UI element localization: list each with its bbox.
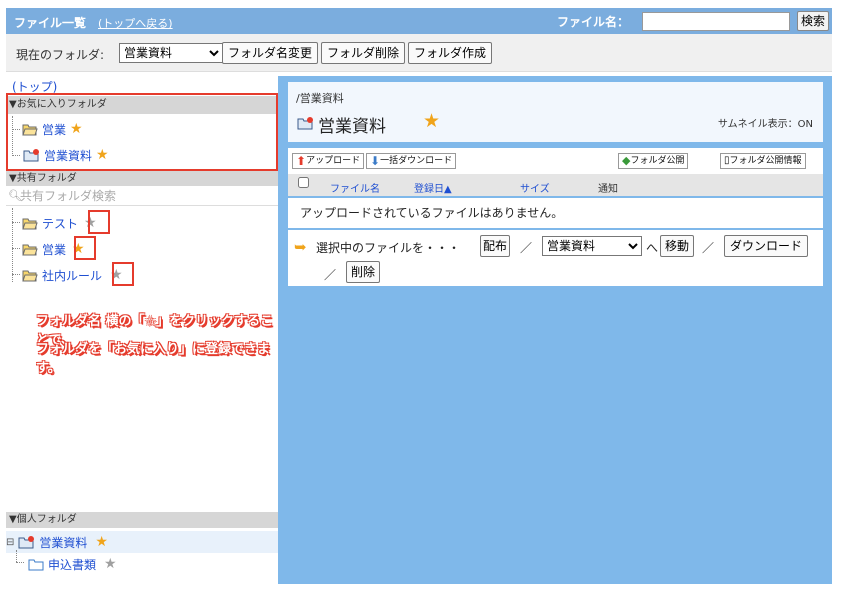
separator: ／: [702, 241, 715, 255]
shared-folder-item[interactable]: テスト ★: [22, 213, 97, 233]
folder-open-icon: [22, 244, 38, 256]
separator: ／: [520, 241, 533, 255]
delete-files-button[interactable]: 削除: [346, 261, 380, 283]
select-all-checkbox[interactable]: [298, 177, 309, 191]
file-list-panel: /営業資料 営業資料 ★ サムネイル表示：ON ⬆ アップロード ⬇ 一括ダウン…: [278, 76, 832, 584]
column-size[interactable]: サイズ: [520, 180, 550, 195]
shared-folder-label: 社内ルール: [42, 268, 103, 283]
folder-path: /営業資料: [296, 92, 344, 105]
separator: ／: [324, 268, 337, 282]
favorites-highlight-box: [6, 93, 278, 171]
publish-folder-button[interactable]: ◆ フォルダ公開: [618, 153, 689, 169]
bulk-download-label: 一括ダウンロード: [380, 156, 453, 166]
current-folder-select[interactable]: 営業資料: [119, 43, 223, 63]
publish-info-button[interactable]: ▯ フォルダ公開情報: [720, 153, 806, 169]
current-folder-bar: 現在のフォルダ: 営業資料 フォルダ名変更 フォルダ削除 フォルダ作成: [6, 34, 832, 72]
down-arrow-icon: ⬇: [370, 154, 381, 168]
star-outline-icon[interactable]: ★: [104, 556, 117, 572]
shared-search-placeholder: 共有フォルダ検索: [20, 189, 117, 203]
shared-folder-search-input[interactable]: 🔍︎ 共有フォルダ検索: [6, 186, 278, 206]
create-folder-button[interactable]: フォルダ作成: [408, 42, 492, 64]
star-highlight-box: [88, 210, 110, 234]
upload-button[interactable]: ⬆ アップロード: [292, 153, 365, 169]
personal-folder-item[interactable]: 申込書類 ★: [28, 554, 117, 574]
star-highlight-box: [74, 236, 96, 260]
selected-files-label: 選択中のファイルを・・・: [316, 241, 461, 255]
star-highlight-box: [112, 262, 134, 286]
publish-icon: ◆: [622, 154, 631, 167]
personal-folder-label: 営業資料: [39, 535, 88, 550]
current-folder-name: 営業資料: [318, 117, 386, 137]
current-folder-label: 現在のフォルダ:: [16, 48, 105, 62]
shared-folder-item[interactable]: 社内ルール ★: [22, 265, 123, 285]
header-bar: ファイル一覧 (トップへ戻る) ファイル名： 検索: [6, 8, 832, 34]
annotation-line-2: フォルダを「お気に入り」に登録できます。: [36, 342, 271, 376]
personal-folder-item[interactable]: ⊟ 営業資料 ★: [6, 532, 108, 552]
shared-section-head[interactable]: ▼共有フォルダ: [6, 171, 278, 186]
search-button[interactable]: 検索: [797, 11, 829, 31]
page-title: ファイル一覧: [14, 16, 87, 30]
tree-connector: [12, 248, 20, 249]
personal-folder-label: 申込書類: [48, 557, 97, 572]
target-folder-select[interactable]: 営業資料: [542, 236, 642, 256]
to-label: へ: [646, 241, 659, 255]
personal-section-head[interactable]: ▼個人フォルダ: [6, 512, 278, 528]
folder-shared-icon: [297, 117, 313, 130]
empty-list-message: アップロードされているファイルはありません。: [288, 198, 823, 228]
tree-connector: [16, 550, 17, 562]
move-button[interactable]: 移動: [660, 235, 694, 257]
folder-open-icon: [22, 270, 38, 282]
shared-folder-label: 営業: [42, 242, 67, 257]
rename-folder-button[interactable]: フォルダ名変更: [222, 42, 318, 64]
delete-folder-button[interactable]: フォルダ削除: [321, 42, 405, 64]
favorite-star-icon[interactable]: ★: [423, 110, 440, 132]
file-toolbar: ⬆ アップロード ⬇ 一括ダウンロード ◆ フォルダ公開 ▯ フォルダ公開情報: [288, 148, 823, 174]
arrow-right-icon: ➥: [294, 238, 307, 256]
folder-open-icon: [22, 218, 38, 230]
column-notify: 通知: [598, 184, 618, 195]
search-icon: 🔍︎: [8, 189, 22, 202]
column-date[interactable]: 登録日▲: [414, 180, 452, 195]
folder-info-box: /営業資料 営業資料 ★ サムネイル表示：ON: [288, 82, 823, 142]
shared-folder-label: テスト: [42, 216, 79, 231]
folder-tree-panel: (トップ) ▼お気に入りフォルダ 営業 ★ 営業資料 ★ ▼共有フォルダ 🔍︎ …: [6, 76, 278, 584]
folder-icon: [28, 559, 44, 571]
tree-connector: [16, 562, 24, 563]
publish-label: フォルダ公開: [630, 156, 685, 166]
download-button[interactable]: ダウンロード: [724, 235, 808, 257]
bulk-download-button[interactable]: ⬇ 一括ダウンロード: [366, 153, 457, 169]
up-arrow-icon: ⬆: [296, 154, 307, 168]
filename-label: ファイル名：: [557, 15, 630, 29]
favorite-star-icon[interactable]: ★: [95, 534, 108, 550]
tree-connector: [12, 274, 20, 275]
distribute-button[interactable]: 配布: [480, 235, 510, 257]
upload-label: アップロード: [306, 156, 361, 166]
publish-info-label: フォルダ公開情報: [729, 156, 802, 166]
file-list-header: ファイル名 登録日▲ サイズ 通知: [288, 174, 823, 196]
filename-search-input[interactable]: [642, 12, 790, 31]
folder-shared-icon: [18, 536, 35, 549]
column-filename[interactable]: ファイル名: [330, 180, 380, 195]
bulk-actions-bar: ➥ 選択中のファイルを・・・ 配布 ／ 営業資料 へ 移動 ／ ダウンロード ／…: [288, 230, 823, 286]
back-to-top-link[interactable]: (トップへ戻る): [98, 15, 173, 31]
collapse-icon[interactable]: ⊟: [6, 537, 14, 548]
tree-connector: [12, 222, 20, 223]
thumbnail-toggle[interactable]: サムネイル表示：ON: [718, 115, 813, 130]
tree-connector: [12, 208, 13, 282]
